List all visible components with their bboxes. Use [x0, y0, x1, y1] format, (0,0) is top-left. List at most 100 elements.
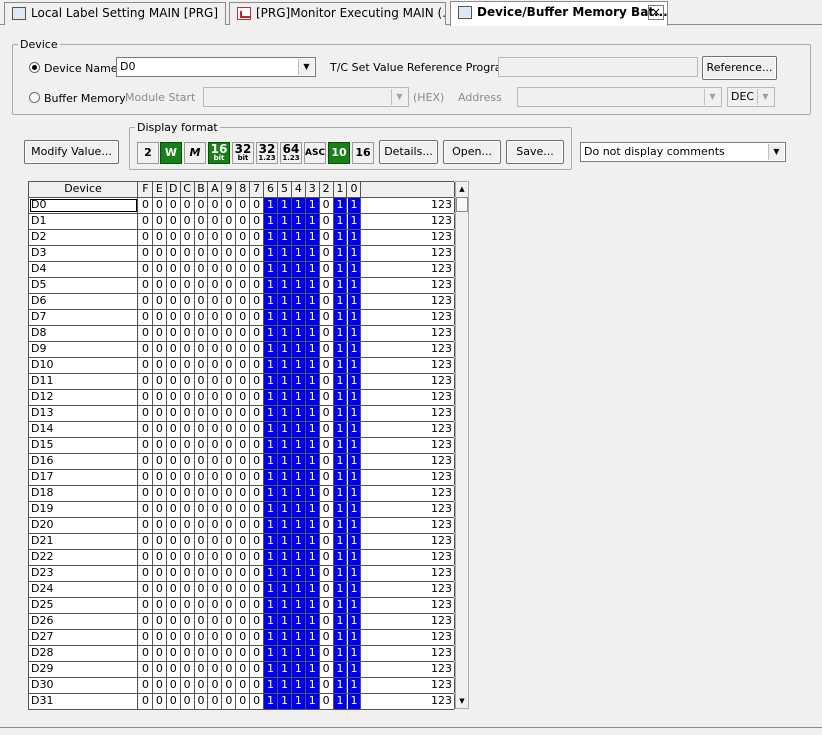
bit-cell[interactable]: 0: [152, 358, 167, 373]
bit-cell[interactable]: 0: [166, 630, 181, 645]
bit-cell[interactable]: 1: [333, 230, 348, 245]
bit-cell[interactable]: 0: [152, 294, 167, 309]
value-cell[interactable]: 123: [362, 550, 455, 565]
bit-cell[interactable]: 1: [347, 502, 362, 517]
bit-cell[interactable]: 1: [291, 406, 306, 421]
bit-cell[interactable]: 0: [152, 518, 167, 533]
bit-cell[interactable]: 0: [250, 246, 265, 261]
bit-cell[interactable]: 1: [347, 678, 362, 693]
bit-cell[interactable]: 0: [250, 310, 265, 325]
bit-cell[interactable]: 0: [319, 534, 334, 549]
bit-cell[interactable]: 1: [264, 582, 278, 597]
bit-cell[interactable]: 1: [278, 566, 292, 581]
bit-cell[interactable]: 0: [319, 550, 334, 565]
bit-cell[interactable]: 0: [208, 294, 223, 309]
bit-cell[interactable]: 1: [291, 598, 306, 613]
bit-cell[interactable]: 1: [264, 198, 278, 213]
bit-cell[interactable]: 1: [264, 694, 278, 709]
value-cell[interactable]: 123: [362, 662, 455, 677]
device-cell[interactable]: D26: [29, 614, 138, 629]
bit-cell[interactable]: 1: [264, 294, 278, 309]
open-button[interactable]: Open...: [443, 140, 501, 164]
bit-cell[interactable]: 0: [208, 390, 223, 405]
bit-cell[interactable]: 0: [194, 214, 209, 229]
bit-cell[interactable]: 0: [180, 262, 195, 277]
bit-cell[interactable]: 0: [222, 230, 237, 245]
table-row[interactable]: D13 0 0 0 0 0 0 0 0 0 1 1 1 1 0 1 1 123: [29, 406, 455, 422]
bit-cell[interactable]: 0: [194, 198, 209, 213]
bit-cell[interactable]: 0: [152, 230, 167, 245]
bit-cell[interactable]: 1: [278, 358, 292, 373]
bit-cell[interactable]: 0: [166, 214, 181, 229]
bit-cell[interactable]: 0: [139, 358, 153, 373]
bit-cell[interactable]: 1: [333, 310, 348, 325]
bit-cell[interactable]: 0: [208, 214, 223, 229]
bit-cell[interactable]: 0: [222, 518, 237, 533]
value-cell[interactable]: 123: [362, 502, 455, 517]
table-row[interactable]: D20 0 0 0 0 0 0 0 0 0 1 1 1 1 0 1 1 123: [29, 518, 455, 534]
device-cell[interactable]: D2: [29, 230, 138, 245]
bit-cell[interactable]: 0: [250, 502, 265, 517]
bit-cell[interactable]: 1: [291, 694, 306, 709]
value-cell[interactable]: 123: [362, 566, 455, 581]
bit-cell[interactable]: 0: [250, 662, 265, 677]
bit-cell[interactable]: 1: [264, 470, 278, 485]
bit-cell[interactable]: 0: [222, 566, 237, 581]
bit-cell[interactable]: 0: [152, 454, 167, 469]
bit-cell[interactable]: 0: [194, 662, 209, 677]
bit-cell[interactable]: 1: [333, 582, 348, 597]
bit-cell[interactable]: 0: [319, 678, 334, 693]
bit-cell[interactable]: 1: [291, 246, 306, 261]
bit-cell[interactable]: 1: [305, 358, 320, 373]
bit-cell[interactable]: 0: [222, 470, 237, 485]
device-cell[interactable]: D30: [29, 678, 138, 693]
bit-cell[interactable]: 0: [180, 390, 195, 405]
bit-cell[interactable]: 0: [166, 390, 181, 405]
bit-cell[interactable]: 0: [139, 342, 153, 357]
bit-cell[interactable]: 1: [305, 406, 320, 421]
bit-cell[interactable]: 0: [236, 678, 251, 693]
bit-cell[interactable]: 0: [166, 198, 181, 213]
bit-cell[interactable]: 0: [166, 422, 181, 437]
bit-cell[interactable]: 1: [347, 518, 362, 533]
bit-cell[interactable]: 0: [236, 422, 251, 437]
bit-cell[interactable]: 1: [264, 326, 278, 341]
bit-cell[interactable]: 0: [236, 534, 251, 549]
bit-cell[interactable]: 0: [139, 518, 153, 533]
bit-cell[interactable]: 1: [305, 390, 320, 405]
value-cell[interactable]: 123: [362, 486, 455, 501]
bit-cell[interactable]: 0: [180, 534, 195, 549]
bit-cell[interactable]: 1: [278, 406, 292, 421]
decimal-format-icon[interactable]: 10: [328, 142, 350, 164]
bit-cell[interactable]: 0: [236, 470, 251, 485]
bit-cell[interactable]: 1: [278, 422, 292, 437]
bit-cell[interactable]: 1: [264, 566, 278, 581]
bit-cell[interactable]: 0: [166, 278, 181, 293]
value-cell[interactable]: 123: [362, 230, 455, 245]
bit-cell[interactable]: 1: [347, 230, 362, 245]
bit-cell[interactable]: 0: [152, 566, 167, 581]
bit-cell[interactable]: 0: [208, 518, 223, 533]
bit-cell[interactable]: 1: [347, 614, 362, 629]
save-button[interactable]: Save...: [506, 140, 564, 164]
value-cell[interactable]: 123: [362, 518, 455, 533]
bit-cell[interactable]: 1: [278, 342, 292, 357]
bit-cell[interactable]: 0: [152, 342, 167, 357]
bit-cell[interactable]: 0: [236, 662, 251, 677]
table-row[interactable]: D19 0 0 0 0 0 0 0 0 0 1 1 1 1 0 1 1 123: [29, 502, 455, 518]
bit-cell[interactable]: 1: [347, 534, 362, 549]
device-cell[interactable]: D17: [29, 470, 138, 485]
bit-cell[interactable]: 0: [208, 486, 223, 501]
bit-cell[interactable]: 0: [250, 630, 265, 645]
bit-cell[interactable]: 1: [278, 278, 292, 293]
bit-cell[interactable]: 1: [333, 342, 348, 357]
bit-cell[interactable]: 1: [333, 214, 348, 229]
bit-cell[interactable]: 1: [264, 550, 278, 565]
bit-cell[interactable]: 0: [250, 518, 265, 533]
bit-cell[interactable]: 0: [222, 198, 237, 213]
bit-cell[interactable]: 0: [139, 294, 153, 309]
bit-cell[interactable]: 1: [305, 374, 320, 389]
bit-cell[interactable]: 0: [139, 278, 153, 293]
bit-cell[interactable]: 1: [291, 678, 306, 693]
bit-cell[interactable]: 1: [264, 262, 278, 277]
